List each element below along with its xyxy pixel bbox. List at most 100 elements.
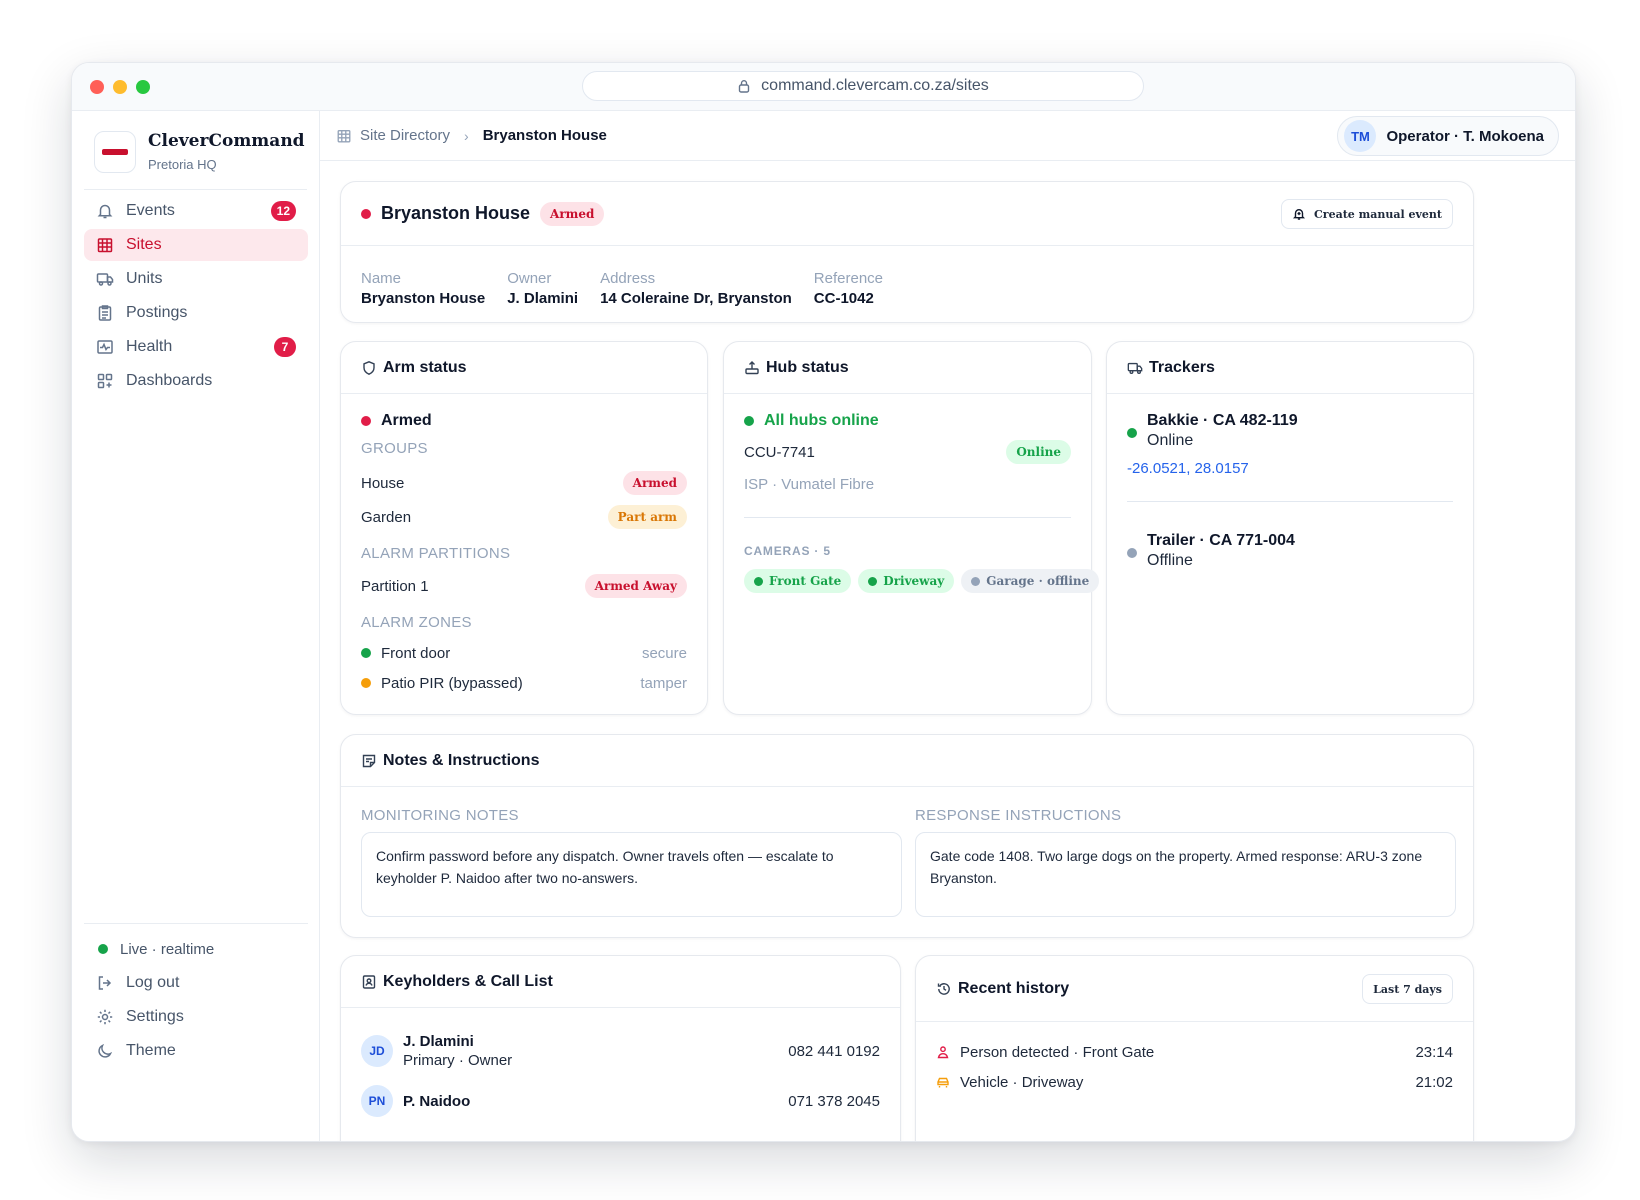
- site-field-address: Address 14 Coleraine Dr, Bryanston: [600, 270, 792, 307]
- tracker-status: Offline: [1147, 552, 1193, 569]
- monitoring-notes-text[interactable]: Confirm password before any dispatch. Ow…: [361, 832, 902, 917]
- camera-status-dot: [971, 576, 981, 586]
- avatar: PN: [361, 1085, 393, 1117]
- create-manual-event-label: Create manual event: [1314, 207, 1442, 221]
- router-icon: [744, 360, 760, 376]
- zone-name: Front door: [381, 644, 451, 662]
- settings-label: Settings: [126, 1008, 184, 1025]
- site-summary-card: Bryanston House Armed Create manual even…: [340, 181, 1474, 323]
- trackers-header: Trackers: [1107, 342, 1473, 394]
- contact-card-icon: [361, 974, 377, 990]
- sidebar-nav: Events 12 Sites Units Postings Health 7: [84, 195, 308, 399]
- sidebar-item-label: Sites: [126, 236, 162, 253]
- sidebar: CleverCommand Pretoria HQ Events 12 Site…: [72, 111, 320, 1141]
- keyholder-name: J. Dlamini: [403, 1033, 474, 1050]
- alarm-partitions-label: ALARM PARTITIONS: [361, 545, 511, 562]
- group-status-badge: Part arm: [607, 505, 687, 529]
- keyholder-phone[interactable]: 082 441 0192: [788, 1043, 880, 1060]
- recent-history-header: Recent history Last 7 days: [916, 956, 1473, 1022]
- partition-row: Partition 1 Armed Away: [361, 572, 687, 600]
- field-label: Name: [361, 270, 402, 287]
- hub-row: CCU-7741 Online: [744, 438, 1071, 466]
- tracker-status-dot: [1127, 548, 1137, 558]
- moon-icon: [96, 1042, 114, 1060]
- history-time: 21:02: [1415, 1073, 1453, 1091]
- keyholder-row[interactable]: PN P. Naidoo 071 378 2045: [361, 1078, 880, 1124]
- car-icon: [936, 1075, 950, 1089]
- camera-chip[interactable]: Front Gate: [744, 569, 852, 593]
- partition-name: Partition 1: [361, 577, 429, 595]
- history-range-dropdown[interactable]: Last 7 days: [1362, 974, 1453, 1004]
- online-status-dot: [744, 416, 754, 426]
- sidebar-item-units[interactable]: Units: [84, 263, 308, 295]
- site-field-name: Name Bryanston House: [361, 270, 485, 307]
- keyholder-phone[interactable]: 071 378 2045: [788, 1093, 880, 1110]
- sidebar-item-label: Dashboards: [126, 372, 213, 389]
- camera-name: Garage · offline: [986, 574, 1090, 588]
- history-row[interactable]: Vehicle · Driveway 21:02: [936, 1070, 1453, 1094]
- sidebar-item-sites[interactable]: Sites: [84, 229, 308, 261]
- logout-button[interactable]: Log out: [84, 966, 308, 1000]
- cameras-label: CAMERAS · 5: [744, 544, 831, 558]
- recent-history-card: Recent history Last 7 days Person detect…: [915, 955, 1474, 1141]
- field-label: Reference: [813, 270, 884, 287]
- building-icon: [336, 128, 352, 144]
- sidebar-item-dashboards[interactable]: Dashboards: [84, 365, 308, 397]
- field-value: Bryanston House: [361, 290, 486, 307]
- close-window-button[interactable]: [90, 80, 104, 94]
- camera-chip[interactable]: Driveway: [858, 569, 955, 593]
- divider: [84, 189, 307, 190]
- bell-plus-icon: [1292, 207, 1306, 221]
- sidebar-item-postings[interactable]: Postings: [84, 297, 308, 329]
- grid-icon: [96, 372, 114, 390]
- notes-header: Notes & Instructions: [341, 735, 1473, 787]
- minimize-window-button[interactable]: [113, 80, 127, 94]
- brand-subtitle: Pretoria HQ: [148, 157, 217, 172]
- tracker-coordinates-link[interactable]: -26.0521, 28.0157: [1127, 460, 1453, 477]
- url-text: command.clevercam.co.za/sites: [761, 77, 989, 94]
- avatar: TM: [1344, 120, 1377, 152]
- history-time: 23:14: [1415, 1043, 1453, 1061]
- armed-status-dot: [361, 416, 371, 426]
- hub-summary-label: All hubs online: [764, 412, 879, 429]
- field-value: 14 Coleraine Dr, Bryanston: [600, 290, 792, 307]
- tracker-name: Trailer · CA 771-004: [1147, 532, 1295, 549]
- create-manual-event-button[interactable]: Create manual event: [1281, 199, 1453, 229]
- maximize-window-button[interactable]: [136, 80, 150, 94]
- sidebar-item-health[interactable]: Health 7: [84, 331, 308, 363]
- tracker-item[interactable]: Bakkie · CA 482-119 Online -26.0521, 28.…: [1127, 412, 1453, 502]
- building-icon: [96, 236, 114, 254]
- divider: [744, 517, 1071, 518]
- partition-status-badge: Armed Away: [584, 574, 687, 598]
- truck-icon: [96, 270, 114, 288]
- field-label: Owner: [507, 270, 552, 287]
- settings-button[interactable]: Settings: [84, 1000, 308, 1034]
- group-name: Garden: [361, 508, 412, 526]
- chevron-right-icon: ›: [464, 127, 469, 144]
- zone-status-dot: [361, 648, 371, 658]
- browser-window: command.clevercam.co.za/sites CleverComm…: [71, 62, 1576, 1142]
- sidebar-footer: Live · realtime Log out Settings Theme: [84, 923, 308, 1068]
- history-row[interactable]: Person detected · Front Gate 23:14: [936, 1040, 1453, 1064]
- sidebar-item-label: Units: [126, 270, 163, 287]
- keyholder-row[interactable]: JD J. Dlamini Primary · Owner 082 441 01…: [361, 1028, 880, 1074]
- sidebar-item-events[interactable]: Events 12: [84, 195, 308, 227]
- response-instructions: RESPONSE INSTRUCTIONS Gate code 1408. Tw…: [915, 807, 1456, 917]
- camera-chip[interactable]: Garage · offline: [961, 569, 1100, 593]
- operator-menu[interactable]: TM Operator · T. Mokoena: [1337, 116, 1559, 156]
- tracker-status-dot: [1127, 428, 1137, 438]
- brand: CleverCommand Pretoria HQ: [94, 131, 320, 181]
- person-icon: [936, 1045, 950, 1059]
- group-row: House Armed: [361, 469, 687, 497]
- arm-status-card: Arm status Armed GROUPS House Armed Gard…: [340, 341, 708, 715]
- response-instructions-text[interactable]: Gate code 1408. Two large dogs on the pr…: [915, 832, 1456, 917]
- notes-card: Notes & Instructions MONITORING NOTES Co…: [340, 734, 1474, 938]
- zone-row: Front door secure: [361, 641, 687, 665]
- groups-label: GROUPS: [361, 440, 428, 457]
- zone-state: tamper: [640, 674, 687, 692]
- address-bar[interactable]: command.clevercam.co.za/sites: [582, 71, 1144, 101]
- theme-toggle[interactable]: Theme: [84, 1034, 308, 1068]
- tracker-item[interactable]: Trailer · CA 771-004 Offline: [1127, 532, 1453, 570]
- breadcrumb-site-directory[interactable]: Site Directory: [360, 127, 450, 144]
- card-title: Arm status: [383, 358, 467, 376]
